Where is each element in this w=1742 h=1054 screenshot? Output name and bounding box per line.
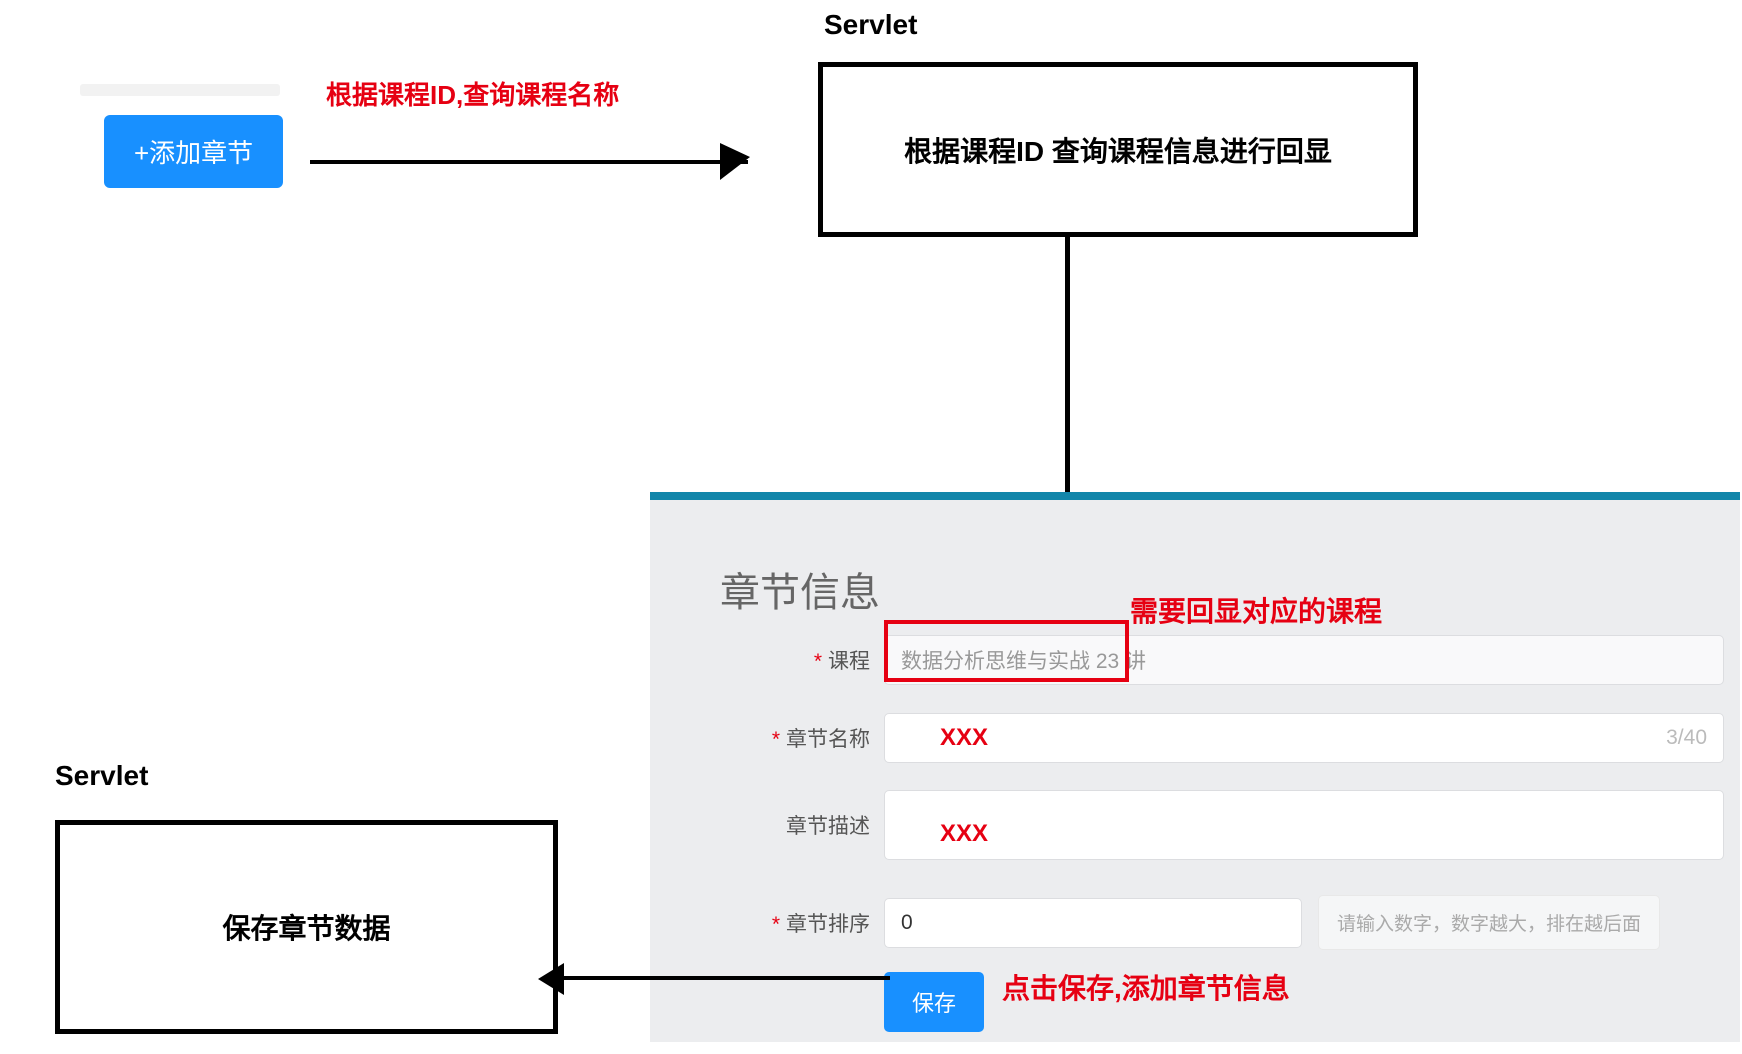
- course-label: *课程: [750, 645, 870, 675]
- chapter-desc-input[interactable]: [884, 790, 1724, 860]
- form-title: 章节信息: [720, 560, 880, 618]
- annotation-echo: 需要回显对应的课程: [1130, 590, 1382, 630]
- servlet-box-save: 保存章节数据: [55, 820, 558, 1034]
- highlight-box: [884, 620, 1129, 682]
- form-row-chapter-desc: 章节描述: [750, 790, 1724, 860]
- placeholder-xxx: XXX: [940, 724, 988, 752]
- decorative-bar: [80, 84, 280, 96]
- arrow-head-left-icon: [538, 963, 564, 995]
- annotation-query: 根据课程ID,查询课程名称: [326, 75, 619, 112]
- arrow-line: [560, 976, 890, 980]
- arrow-line: [310, 160, 748, 164]
- annotation-save: 点击保存,添加章节信息: [1002, 967, 1290, 1007]
- chapter-desc-label: 章节描述: [750, 810, 870, 840]
- chapter-order-input[interactable]: [884, 898, 1302, 948]
- chapter-name-label: *章节名称: [750, 723, 870, 753]
- chapter-order-label: *章节排序: [750, 908, 870, 938]
- form-row-chapter-order: *章节排序 请输入数字，数字越大，排在越后面: [750, 895, 1660, 950]
- order-hint: 请输入数字，数字越大，排在越后面: [1318, 895, 1660, 950]
- add-chapter-button[interactable]: +添加章节: [104, 115, 283, 188]
- arrow-head-right-icon: [720, 143, 750, 180]
- servlet-label-bottom: Servlet: [55, 760, 148, 792]
- chapter-name-input[interactable]: [884, 713, 1724, 763]
- save-button[interactable]: 保存: [884, 972, 984, 1032]
- chapter-form-panel: 章节信息 *课程 *章节名称 章节描述 *章节排序 请输入数字，数字越大，排在越…: [650, 492, 1740, 1042]
- form-row-chapter-name: *章节名称: [750, 713, 1724, 763]
- servlet-box-query: 根据课程ID 查询课程信息进行回显: [818, 62, 1418, 237]
- placeholder-xxx: XXX: [940, 820, 988, 848]
- servlet-label-top: Servlet: [824, 9, 917, 41]
